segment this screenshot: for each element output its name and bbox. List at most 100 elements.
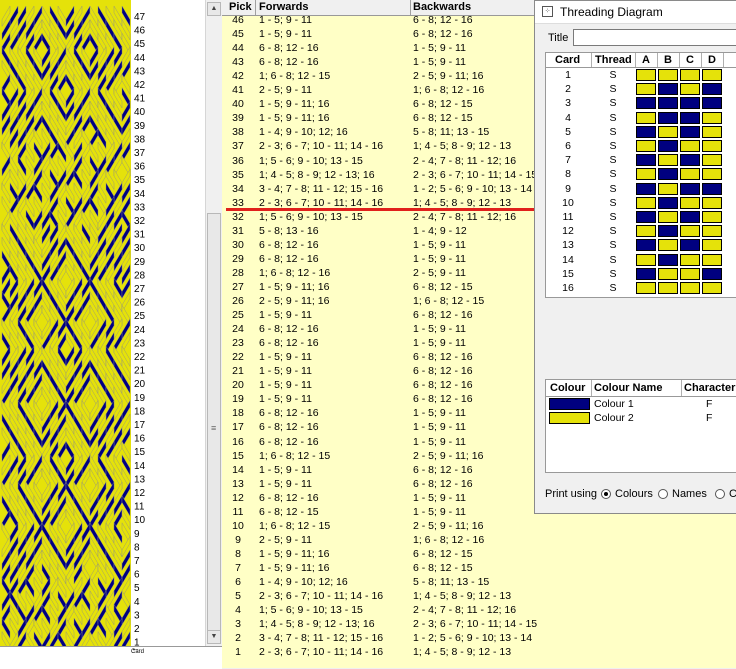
- hole-d-swatch[interactable]: [702, 97, 722, 110]
- title-input[interactable]: [573, 29, 736, 46]
- hole-d-swatch[interactable]: [702, 282, 722, 294]
- card-thread-direction[interactable]: S: [592, 125, 634, 139]
- hole-d-swatch[interactable]: [702, 239, 722, 252]
- scroll-down-icon[interactable]: ▼: [207, 630, 221, 644]
- hole-a-swatch[interactable]: [636, 225, 656, 238]
- hole-a-swatch[interactable]: [636, 125, 656, 138]
- colours-radio[interactable]: [601, 489, 611, 499]
- hole-a-swatch[interactable]: [636, 196, 656, 209]
- colour-row[interactable]: Colour 1 F: [546, 397, 736, 411]
- dialog-title-bar[interactable]: ⁘ Threading Diagram: [535, 1, 736, 24]
- weave-scrollbar[interactable]: ▲ ≡ ▼: [205, 0, 223, 646]
- hole-b-swatch[interactable]: [658, 211, 678, 223]
- hole-c-swatch[interactable]: [680, 168, 700, 181]
- card-thread-direction[interactable]: S: [592, 238, 634, 252]
- hole-c-swatch[interactable]: [680, 140, 700, 152]
- hole-c-swatch[interactable]: [680, 282, 700, 294]
- hole-d-swatch[interactable]: [702, 125, 722, 138]
- hole-c-swatch[interactable]: [680, 182, 700, 195]
- card-thread-direction[interactable]: S: [592, 68, 634, 82]
- hole-c-swatch[interactable]: [680, 154, 700, 167]
- hole-a-swatch[interactable]: [636, 267, 656, 280]
- hole-a-swatch[interactable]: [636, 83, 656, 96]
- hole-b-swatch[interactable]: [658, 140, 678, 152]
- card-thread-direction[interactable]: S: [592, 139, 634, 153]
- card-thread-direction[interactable]: S: [592, 281, 634, 295]
- hole-a-swatch[interactable]: [636, 282, 656, 294]
- hole-b-swatch[interactable]: [658, 125, 678, 138]
- hole-a-swatch[interactable]: [636, 211, 656, 223]
- card-thread-direction[interactable]: S: [592, 224, 634, 238]
- hole-d-swatch[interactable]: [702, 69, 722, 81]
- colour-swatch[interactable]: [549, 398, 590, 410]
- card-thread-direction[interactable]: S: [592, 153, 634, 167]
- card-thread-direction[interactable]: S: [592, 253, 634, 267]
- hole-d-swatch[interactable]: [702, 253, 722, 266]
- hole-d-swatch[interactable]: [702, 111, 722, 124]
- hole-d-swatch[interactable]: [702, 168, 722, 181]
- hole-d-swatch[interactable]: [702, 182, 722, 195]
- characters-radio-label[interactable]: C: [729, 488, 736, 500]
- hole-b-swatch[interactable]: [658, 83, 678, 96]
- forwards-column-header[interactable]: Forwards: [259, 1, 309, 14]
- hole-b-swatch[interactable]: [658, 225, 678, 238]
- card-thread-direction[interactable]: S: [592, 167, 634, 181]
- hole-c-swatch[interactable]: [680, 253, 700, 266]
- hole-b-swatch[interactable]: [658, 111, 678, 124]
- hole-d-swatch[interactable]: [702, 225, 722, 238]
- colour-swatch[interactable]: [549, 412, 590, 424]
- hole-c-swatch[interactable]: [680, 69, 700, 81]
- hole-b-swatch[interactable]: [658, 267, 678, 280]
- hole-a-swatch[interactable]: [636, 97, 656, 110]
- hole-c-swatch[interactable]: [680, 196, 700, 209]
- pick-column-header[interactable]: Pick: [229, 1, 252, 14]
- hole-d-swatch[interactable]: [702, 196, 722, 209]
- names-radio[interactable]: [658, 489, 668, 499]
- backwards-column-header[interactable]: Backwards: [413, 1, 471, 14]
- card-thread-direction[interactable]: S: [592, 111, 634, 125]
- scroll-up-icon[interactable]: ▲: [207, 2, 221, 16]
- card-thread-direction[interactable]: S: [592, 96, 634, 110]
- hole-c-swatch[interactable]: [680, 125, 700, 138]
- hole-a-swatch[interactable]: [636, 182, 656, 195]
- hole-a-swatch[interactable]: [636, 239, 656, 252]
- card-thread-direction[interactable]: S: [592, 82, 634, 96]
- colour-row[interactable]: Colour 2 F: [546, 411, 736, 425]
- hole-b-swatch[interactable]: [658, 239, 678, 252]
- hole-b-swatch[interactable]: [658, 282, 678, 294]
- scroll-thumb[interactable]: ≡: [207, 213, 221, 643]
- hole-b-swatch[interactable]: [658, 97, 678, 110]
- hole-b-swatch[interactable]: [658, 154, 678, 167]
- hole-c-swatch[interactable]: [680, 83, 700, 96]
- hole-b-swatch[interactable]: [658, 196, 678, 209]
- hole-a-swatch[interactable]: [636, 140, 656, 152]
- hole-b-swatch[interactable]: [658, 182, 678, 195]
- hole-d-swatch[interactable]: [702, 83, 722, 96]
- card-thread-direction[interactable]: S: [592, 182, 634, 196]
- card-thread-direction[interactable]: S: [592, 210, 634, 224]
- hole-a-swatch[interactable]: [636, 253, 656, 266]
- hole-c-swatch[interactable]: [680, 111, 700, 124]
- hole-c-swatch[interactable]: [680, 267, 700, 280]
- hole-d-swatch[interactable]: [702, 211, 722, 223]
- hole-c-swatch[interactable]: [680, 239, 700, 252]
- pick-label: 3: [134, 610, 140, 621]
- hole-a-swatch[interactable]: [636, 69, 656, 81]
- hole-c-swatch[interactable]: [680, 97, 700, 110]
- hole-a-swatch[interactable]: [636, 168, 656, 181]
- characters-radio[interactable]: [715, 489, 725, 499]
- colours-radio-label[interactable]: Colours: [615, 488, 653, 500]
- hole-a-swatch[interactable]: [636, 111, 656, 124]
- hole-b-swatch[interactable]: [658, 253, 678, 266]
- names-radio-label[interactable]: Names: [672, 488, 707, 500]
- card-thread-direction[interactable]: S: [592, 196, 634, 210]
- hole-a-swatch[interactable]: [636, 154, 656, 167]
- hole-d-swatch[interactable]: [702, 140, 722, 152]
- hole-d-swatch[interactable]: [702, 154, 722, 167]
- hole-b-swatch[interactable]: [658, 69, 678, 81]
- hole-d-swatch[interactable]: [702, 267, 722, 280]
- hole-b-swatch[interactable]: [658, 168, 678, 181]
- card-thread-direction[interactable]: S: [592, 267, 634, 281]
- hole-c-swatch[interactable]: [680, 225, 700, 238]
- hole-c-swatch[interactable]: [680, 211, 700, 223]
